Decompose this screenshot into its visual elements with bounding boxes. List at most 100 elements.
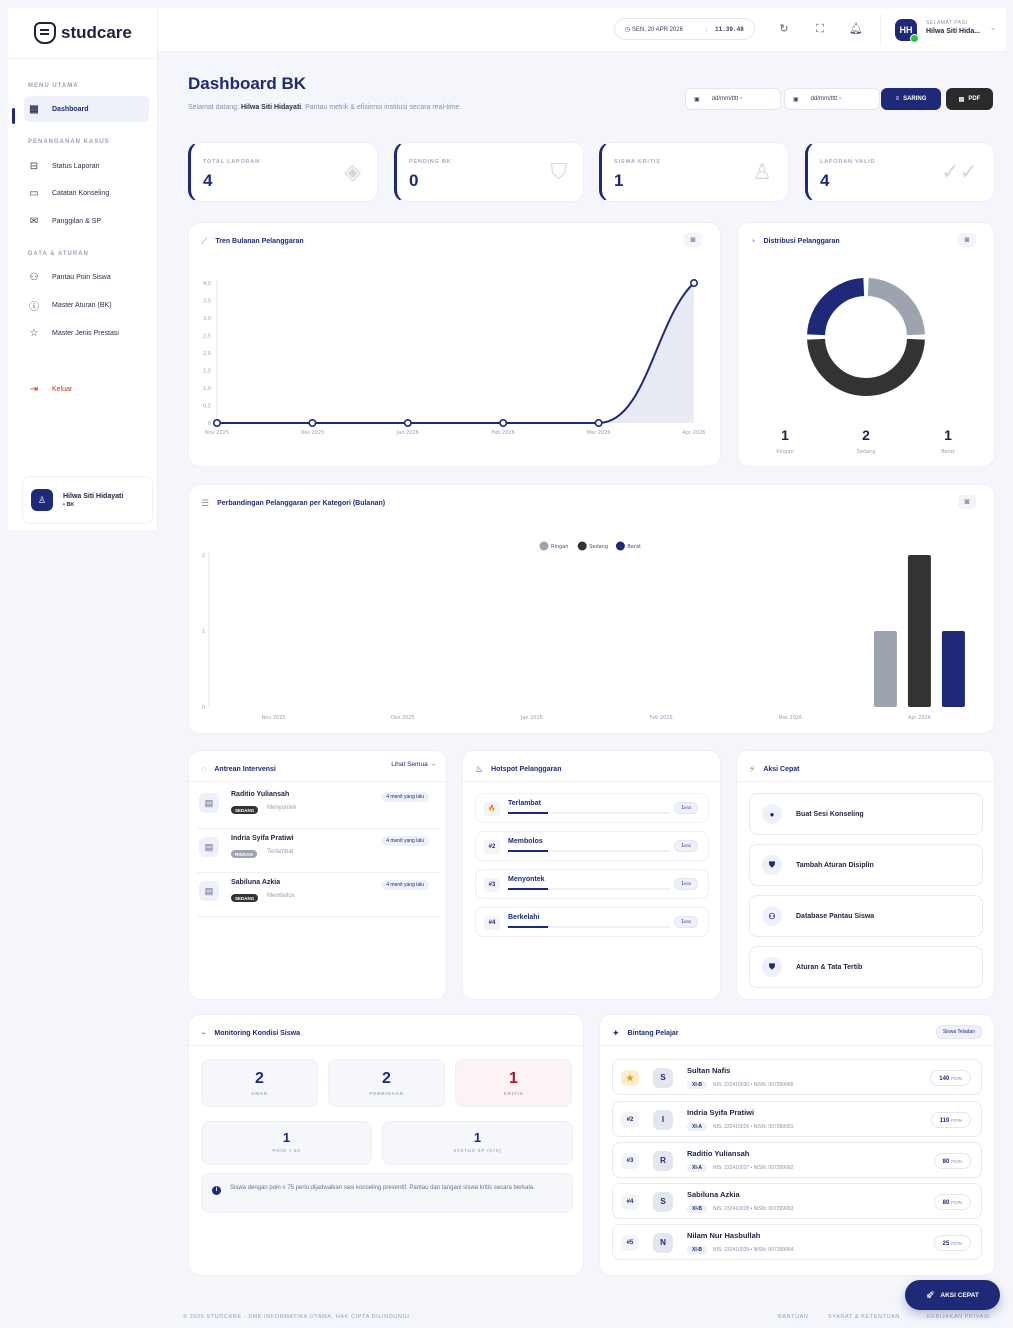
- student-rank: #5: [621, 1235, 639, 1251]
- chevron-down-icon[interactable]: ⌄: [990, 24, 996, 32]
- action-buat-sesi-konseling[interactable]: ● Buat Sesi Konseling: [749, 793, 983, 835]
- hotspot-title: Hotspot Pelanggaran: [491, 766, 562, 773]
- distribution-label: Ringan: [776, 449, 793, 455]
- trend-chart: 0 0,5 1,0 1,5 2,0 2,5 3,0 3,5 4,0 Nov 2025 Des 202…: [203, 278, 706, 436]
- section-penanganan-kasus: PENANGANAN KASUS: [28, 139, 110, 145]
- footer-link-privasi[interactable]: KEBIJAKAN PRIVASI: [927, 1314, 990, 1320]
- student-row[interactable]: #5 N Nilam Nur Hasbullah XI-B NIS: 232410…: [612, 1224, 982, 1260]
- logout-button[interactable]: ⇥ Keluar: [24, 376, 149, 402]
- topbar-avatar[interactable]: HH: [895, 19, 919, 43]
- footer-link-bantuan[interactable]: BANTUAN: [778, 1314, 808, 1320]
- filter-icon: ≡: [895, 96, 900, 102]
- queue-item[interactable]: ▤ Sabiluna Azkia SEDANG Membolos 4 menit…: [197, 873, 439, 917]
- sidebar-item-master-prestasi[interactable]: ☆ Master Jenis Prestasi: [24, 320, 149, 346]
- queue-item[interactable]: ▤ Raditio Yuliansah SEDANG Menyontek 4 m…: [197, 785, 439, 829]
- see-all-link[interactable]: Lihat Semua →: [391, 761, 436, 768]
- sidebar-item-status-laporan[interactable]: ⊟ Status Laporan: [24, 153, 149, 179]
- user-role: • BK: [63, 501, 75, 508]
- action-database-pantau-siswa[interactable]: ⚇ Database Pantau Siswa: [749, 895, 983, 937]
- filter-label: SARING: [903, 96, 927, 102]
- sidebar: studcare MENU UTAMA ▦ Dashboard PENANGANA…: [8, 8, 158, 530]
- stat-value: 1: [614, 171, 624, 190]
- quick-actions-divider: [737, 781, 994, 782]
- action-label: Aturan & Tata Tertib: [796, 963, 863, 971]
- mail-icon: ✉: [29, 215, 39, 227]
- hotspot-item[interactable]: #2 Membolos 1KSS: [475, 831, 709, 861]
- comparison-chart: 0 1 2 Nov 2025 Des 2025 Jan 2026 Feb 2026 Mar 2…: [202, 541, 965, 721]
- grid-icon: ▦: [29, 103, 39, 115]
- star-students-header: ✦ Bintang Pelajar: [612, 1028, 679, 1039]
- refresh-icon[interactable]: ↻: [774, 19, 794, 39]
- severity-badge: SEDANG: [231, 806, 259, 814]
- x-tick-label: Jan 2026: [396, 430, 419, 436]
- user-alert-icon: ♙: [752, 159, 772, 184]
- sidebar-item-label: Panggilan & SP: [52, 217, 102, 225]
- violation-type: Menyontek: [267, 805, 297, 811]
- fab-label: AKSI CEPAT: [940, 1291, 979, 1299]
- user-name: Hilwa Siti Hidayati: [63, 492, 124, 500]
- stat-card-total-laporan: TOTAL LAPORAN 4 ◈: [188, 142, 378, 202]
- monitor-value: 2: [382, 1070, 391, 1087]
- distribution-value: 1: [781, 427, 789, 443]
- footer-link-syarat[interactable]: SYARAT & KETENTUAN: [828, 1314, 900, 1320]
- sidebar-item-panggilan-sp[interactable]: ✉ Panggilan & SP: [24, 208, 149, 234]
- topbar-username[interactable]: Hilwa Siti Hida...: [926, 28, 980, 35]
- info-icon: i: [212, 1186, 221, 1195]
- users-icon: ⚇: [762, 906, 782, 926]
- hotspot-name: Menyontek: [508, 876, 545, 883]
- subtitle-suffix: . Pantau metrik & efisiensi institusi se…: [301, 104, 462, 111]
- pdf-button[interactable]: ▤ PDF: [946, 88, 993, 110]
- student-row[interactable]: #3 R Raditio Yuliansah XI-A NIS: 23241002…: [612, 1142, 982, 1178]
- student-row[interactable]: #4 S Sabiluna Azkia XI-B NIS: 232410028 •…: [612, 1183, 982, 1219]
- y-tick-label: 0,5: [203, 404, 211, 410]
- x-tick-label: Nov 2025: [205, 430, 229, 436]
- violation-type: Membolos: [267, 893, 295, 899]
- hotspot-rank: #2: [484, 840, 500, 854]
- date-to-input[interactable]: ▣ dd/mm/tttt ▫: [784, 88, 880, 110]
- hotspot-rank: 🔥: [484, 802, 500, 816]
- hotspot-bar-fill: [508, 850, 548, 852]
- sidebar-item-dashboard[interactable]: ▦ Dashboard: [24, 96, 149, 122]
- y-tick-label: 2,5: [203, 334, 211, 340]
- student-meta: XI-B NIS: 232410028 • NISN: 007399063: [687, 1205, 793, 1213]
- star-students-divider: [600, 1045, 994, 1046]
- queue-item[interactable]: ▤ Indria Syifa Pratiwi RINGAN Terlambat …: [197, 829, 439, 873]
- x-tick-label: Apr 2026: [683, 430, 706, 436]
- filter-button[interactable]: ≡ SARING: [881, 88, 941, 110]
- brand-logo[interactable]: studcare: [34, 22, 132, 44]
- bar: [873, 631, 897, 707]
- student-row[interactable]: ★ S Sultan Nafis XI-B NIS: 232410030 • NI…: [612, 1059, 982, 1095]
- points-unit: POIN: [950, 1200, 962, 1205]
- monitor-label: PEMBINAAN: [369, 1091, 404, 1096]
- trend-point: [212, 419, 221, 428]
- flame-icon: ♨: [475, 764, 484, 774]
- sidebar-user-card[interactable]: ♙ Hilwa Siti Hidayati • BK: [22, 476, 153, 524]
- sidebar-item-master-aturan[interactable]: ⓘ Master Aturan (BK): [24, 292, 149, 318]
- date-from-input[interactable]: ▣ dd/mm/tttt ▫: [685, 88, 781, 110]
- monitoring-title: Monitoring Kondisi Siswa: [214, 1030, 300, 1037]
- x-tick-label: Des 2025: [300, 430, 324, 436]
- quick-action-fab[interactable]: 🚀︎ AKSI CEPAT: [905, 1280, 1000, 1310]
- hotspot-item[interactable]: #4 Berkelahi 1KSS: [475, 907, 709, 937]
- date-from-text: dd/mm/tttt: [711, 96, 739, 102]
- severity-badge: RINGAN: [231, 850, 257, 858]
- date-to-text: dd/mm/tttt: [810, 96, 838, 102]
- active-indicator: [12, 108, 15, 124]
- fullscreen-icon[interactable]: ⛶: [810, 19, 830, 39]
- sidebar-item-label: Pantau Poin Siswa: [52, 273, 111, 281]
- sidebar-item-pantau-poin[interactable]: ⚇ Pantau Poin Siswa: [24, 264, 149, 290]
- stat-value: 0: [409, 171, 419, 190]
- y-tick-label: 2: [202, 553, 205, 559]
- sidebar-item-catatan-konseling[interactable]: ▭ Catatan Konseling: [24, 180, 149, 206]
- stat-label: PENDING BK: [409, 159, 452, 165]
- action-tambah-aturan-disiplin[interactable]: ⛊ Tambah Aturan Disiplin: [749, 844, 983, 886]
- action-aturan-tata-tertib[interactable]: ⛊ Aturan & Tata Tertib: [749, 946, 983, 988]
- star-icon: ☆: [29, 327, 39, 339]
- hotspot-rank: #3: [484, 878, 500, 892]
- page-title: Dashboard BK: [188, 74, 307, 93]
- student-row[interactable]: #2 I Indria Syifa Pratiwi XI-A NIS: 23241…: [612, 1101, 982, 1137]
- hotspot-item[interactable]: 🔥 Terlambat 1KSS: [475, 793, 709, 823]
- hotspot-item[interactable]: #3 Menyontek 1KSS: [475, 869, 709, 899]
- monitor-label: AMAN: [251, 1091, 268, 1096]
- bell-icon[interactable]: 🔔︎: [846, 19, 866, 39]
